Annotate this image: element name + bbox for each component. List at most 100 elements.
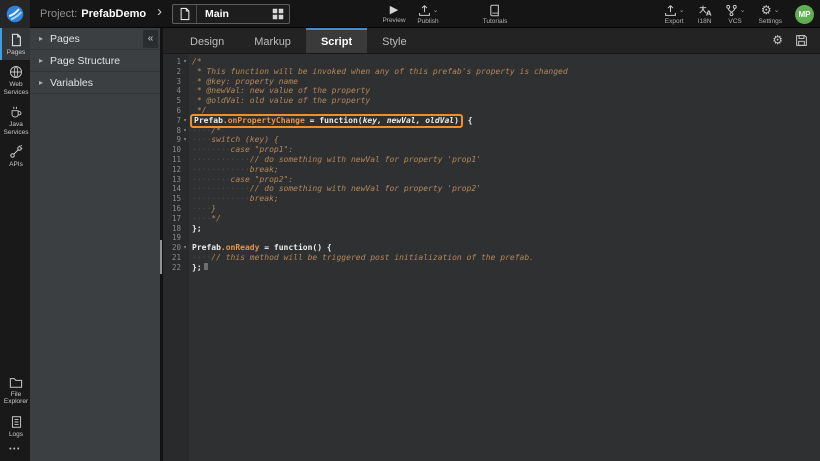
fold-gutter — [181, 184, 189, 194]
line-number: 7 — [163, 116, 181, 126]
more-options-ellipsis-icon[interactable]: ••• — [0, 442, 30, 461]
fold-marker-icon[interactable]: ▾ — [181, 135, 189, 145]
breadcrumb-chevron-icon: › — [157, 3, 162, 20]
save-floppy-icon[interactable] — [795, 34, 808, 47]
logs-document-icon — [10, 415, 23, 429]
i18n-button[interactable]: A I18N — [698, 0, 712, 28]
code-text: * @oldVal: old value of the property — [189, 96, 370, 106]
line-number: 8 — [163, 126, 181, 136]
publish-caret-icon: ⌄ — [433, 7, 439, 14]
fold-marker-icon[interactable]: ▾ — [181, 126, 189, 136]
code-line[interactable]: 14············// do something with newVa… — [163, 184, 820, 194]
fold-marker-icon[interactable]: ▾ — [181, 116, 189, 126]
line-number: 3 — [163, 77, 181, 87]
publish-button[interactable]: ⌄ Publish — [408, 0, 448, 28]
code-line[interactable]: 21····// this method will be triggered p… — [163, 253, 820, 263]
code-line[interactable]: 4 * @newVal: new value of the property — [163, 86, 820, 96]
panel-variables-label: Variables — [50, 77, 93, 89]
line-number: 18 — [163, 224, 181, 234]
code-line[interactable]: 10········case "prop1": — [163, 145, 820, 155]
code-editor[interactable]: 1▾/*2 * This function will be invoked wh… — [163, 54, 820, 461]
editor-tab-bar: Design Markup Script Style ⚙ — [163, 28, 820, 54]
fold-gutter — [181, 233, 189, 243]
left-panel: ▸ Pages « ▸ Page Structure ▸ Variables — [30, 28, 160, 461]
code-text: ····*/ — [189, 214, 221, 224]
code-line[interactable]: 16····} — [163, 204, 820, 214]
fold-gutter — [181, 145, 189, 155]
tab-script[interactable]: Script — [306, 28, 367, 53]
code-line[interactable]: 2 * This function will be invoked when a… — [163, 67, 820, 77]
collapse-panel-button[interactable]: « — [143, 30, 158, 48]
export-button[interactable]: ⌄ Export — [664, 0, 685, 28]
code-line[interactable]: 7▾Prefab.onPropertyChange = function(key… — [163, 116, 820, 126]
highlighted-code-range: Prefab.onPropertyChange = function(key, … — [190, 114, 463, 128]
sidebar-item-file-explorer[interactable]: File Explorer — [0, 371, 30, 410]
code-line[interactable]: 22}; — [163, 263, 820, 273]
code-line[interactable]: 1▾/* — [163, 57, 820, 67]
sidebar-item-pages[interactable]: Pages — [0, 28, 30, 60]
line-number: 13 — [163, 175, 181, 185]
code-line[interactable]: 9▾····switch (key) { — [163, 135, 820, 145]
vcs-label: VCS — [728, 18, 741, 25]
code-text: * @newVal: new value of the property — [189, 86, 370, 96]
editor-settings-gear-icon[interactable]: ⚙ — [772, 34, 783, 47]
fold-gutter — [181, 175, 189, 185]
app-logo[interactable] — [0, 0, 30, 28]
fold-gutter — [181, 194, 189, 204]
code-line[interactable]: 11············// do something with newVa… — [163, 155, 820, 165]
sidebar-item-logs[interactable]: Logs — [0, 410, 30, 442]
code-text: }; — [189, 263, 208, 273]
vcs-button[interactable]: ⌄ VCS — [725, 0, 746, 28]
code-line[interactable]: 12············break; — [163, 165, 820, 175]
export-icon — [664, 4, 677, 17]
tutorials-button[interactable]: Tutorials — [474, 0, 516, 28]
line-number: 2 — [163, 67, 181, 77]
code-line[interactable]: 3 * @key: property name — [163, 77, 820, 87]
code-line[interactable]: 19 — [163, 233, 820, 243]
line-number: 1 — [163, 57, 181, 67]
line-number: 21 — [163, 253, 181, 263]
code-text: ········case "prop2": — [189, 175, 293, 185]
fold-gutter — [181, 263, 189, 273]
code-line[interactable]: 20▾Prefab.onReady = function() { — [163, 243, 820, 253]
page-selector-dropdown[interactable]: Main — [172, 4, 290, 24]
fold-marker-icon[interactable]: ▾ — [181, 57, 189, 67]
code-text: ············break; — [189, 194, 279, 204]
user-avatar[interactable]: MP — [795, 5, 814, 24]
ide-window: Project: PrefabDemo › Main ▶ Preview ⌄ P… — [0, 0, 820, 461]
settings-button[interactable]: ⚙ ⌄ Settings — [759, 0, 783, 28]
code-line[interactable]: 17····*/ — [163, 214, 820, 224]
divider-drag-handle[interactable] — [160, 240, 162, 274]
page-grid-icon[interactable] — [267, 8, 289, 20]
code-line[interactable]: 5 * @oldVal: old value of the property — [163, 96, 820, 106]
sidebar-item-apis[interactable]: APIs — [0, 140, 30, 172]
panel-section-variables[interactable]: ▸ Variables — [30, 72, 160, 94]
tab-markup[interactable]: Markup — [239, 28, 306, 53]
apis-connector-icon — [9, 145, 23, 159]
code-line[interactable]: 18}; — [163, 224, 820, 234]
sidebar-item-java-services[interactable]: Java Services — [0, 100, 30, 140]
panel-section-pages[interactable]: ▸ Pages « — [30, 28, 160, 50]
code-line[interactable]: 13 ········case "prop2": — [163, 175, 820, 185]
sidebar-item-web-services[interactable]: Web Services — [0, 60, 30, 100]
line-number: 20 — [163, 243, 181, 253]
vcs-caret-icon: ⌄ — [740, 7, 746, 14]
fold-gutter — [181, 204, 189, 214]
play-icon: ▶ — [390, 4, 398, 16]
panel-section-page-structure[interactable]: ▸ Page Structure — [30, 50, 160, 72]
code-text: ····switch (key) { — [189, 135, 279, 145]
project-name: PrefabDemo — [81, 8, 146, 20]
preview-label: Preview — [382, 17, 405, 24]
file-explorer-label: File Explorer — [3, 391, 29, 406]
code-line[interactable]: 15············break; — [163, 194, 820, 204]
top-bar: Project: PrefabDemo › Main ▶ Preview ⌄ P… — [0, 0, 820, 28]
fold-gutter — [181, 253, 189, 263]
text-cursor — [204, 263, 208, 270]
line-number: 5 — [163, 96, 181, 106]
preview-button[interactable]: ▶ Preview — [377, 0, 411, 28]
tab-design[interactable]: Design — [175, 28, 239, 53]
fold-marker-icon[interactable]: ▾ — [181, 243, 189, 253]
logs-label: Logs — [9, 431, 23, 438]
web-services-label: Web Services — [3, 81, 29, 96]
tab-style[interactable]: Style — [367, 28, 421, 53]
